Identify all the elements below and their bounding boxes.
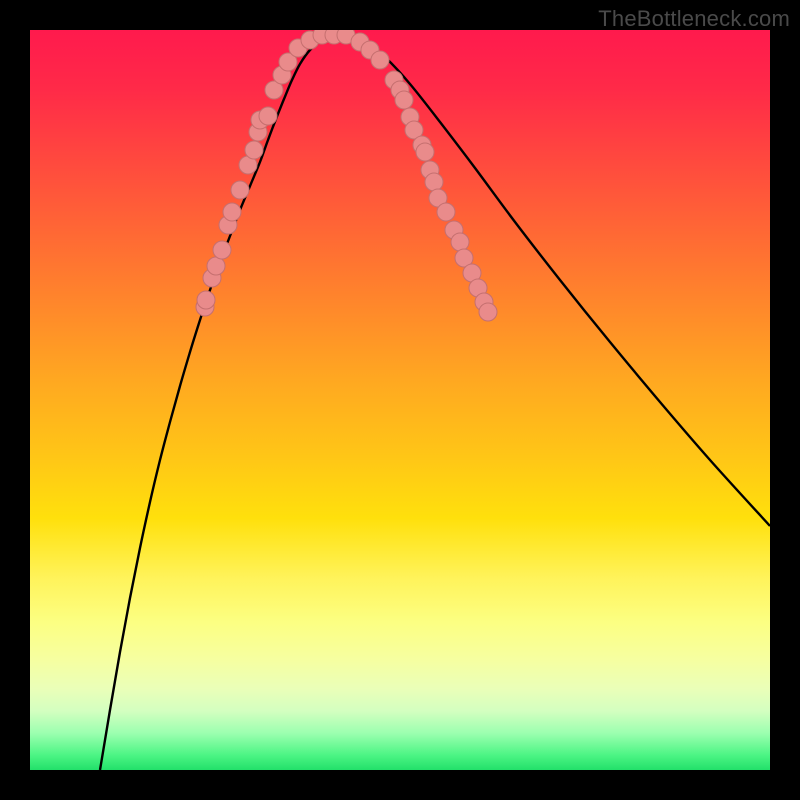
data-dot [451, 233, 469, 251]
data-dot [213, 241, 231, 259]
data-dot [223, 203, 241, 221]
data-dot [479, 303, 497, 321]
data-dot [395, 91, 413, 109]
chart-frame [30, 30, 770, 770]
data-dot [197, 291, 215, 309]
data-dots-group [196, 30, 497, 321]
data-dot [437, 203, 455, 221]
chart-svg [30, 30, 770, 770]
data-dot [259, 107, 277, 125]
data-dot [245, 141, 263, 159]
data-dot [231, 181, 249, 199]
bottleneck-curve [100, 33, 770, 770]
data-dot [416, 143, 434, 161]
data-dot [207, 257, 225, 275]
data-dot [371, 51, 389, 69]
watermark-text: TheBottleneck.com [598, 6, 790, 32]
data-dot [425, 173, 443, 191]
